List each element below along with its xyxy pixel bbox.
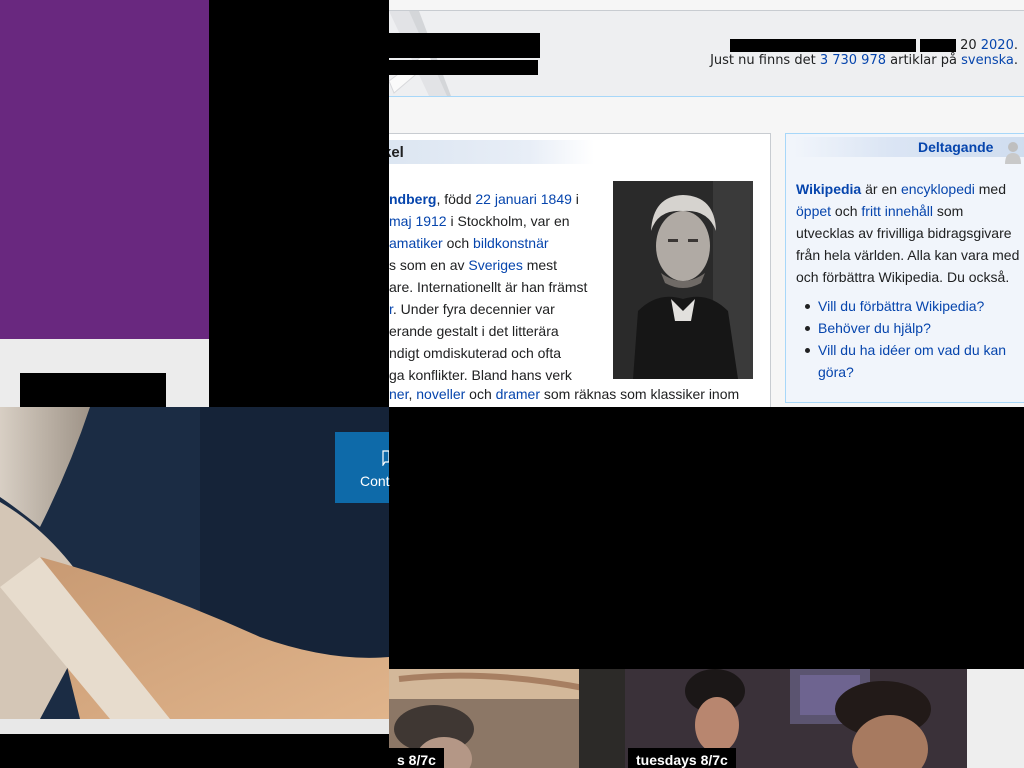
text-run: och	[442, 235, 474, 251]
photo-image	[0, 407, 389, 719]
article-line: ga konflikter. Bland hans verk	[389, 364, 604, 386]
text-run: , född	[436, 191, 476, 207]
text-run: och	[465, 386, 496, 402]
article-line: r. Under fyra decennier var	[389, 298, 604, 320]
text-run: ga konflikter. Bland hans verk	[389, 367, 572, 383]
stats-prefix: Just nu finns det	[710, 53, 816, 68]
wiki-link[interactable]: fritt innehåll	[861, 203, 933, 219]
purple-panel	[0, 0, 209, 339]
participation-links: Vill du förbättra Wikipedia? Behöver du h…	[802, 295, 1024, 383]
show-thumbnail[interactable]: s 8/7c	[389, 669, 625, 768]
text-run: är en	[861, 181, 901, 197]
article-line: ndigt omdiskuterad och ofta	[389, 342, 604, 364]
photo-bottom-strip	[0, 719, 389, 734]
text-run: ndigt omdiskuterad och ofta	[389, 345, 561, 361]
language-link[interactable]: svenska	[961, 53, 1014, 68]
featured-article-last-line: ner, noveller och dramer som räknas som …	[389, 386, 739, 402]
wiki-link[interactable]: encyklopedi	[901, 181, 975, 197]
participation-intro: Wikipedia är en encyklopedi med öppet oc…	[796, 178, 1024, 288]
stats-mid: artiklar på	[890, 53, 957, 68]
wiki-link[interactable]: Sveriges	[468, 257, 522, 273]
participation-link[interactable]: Vill du förbättra Wikipedia?	[802, 295, 1024, 317]
wiki-link[interactable]: dramer	[496, 386, 540, 402]
participation-link[interactable]: Behöver du hjälp?	[802, 317, 1024, 339]
redacted-logo	[389, 33, 540, 58]
participation-title: Deltagande	[918, 139, 994, 155]
text-run: med	[974, 181, 1006, 197]
wiki-link[interactable]: öppet	[796, 203, 831, 219]
featured-article-title-bar	[389, 140, 594, 164]
stats-count-line: Just nu finns det 3 730 978 artiklar på …	[710, 53, 1018, 68]
people-icon	[1005, 142, 1021, 164]
text-run: erande gestalt i det litterära	[389, 323, 559, 339]
wiki-link[interactable]: amatiker	[389, 235, 443, 251]
stats-date-line: 20 2020.	[710, 38, 1018, 53]
article-count-link[interactable]: 3 730 978	[820, 53, 886, 68]
hero-photo	[0, 407, 389, 719]
wiki-link[interactable]: bildkonstnär	[473, 235, 549, 251]
article-line: amatiker och bildkonstnär	[389, 232, 604, 254]
article-stats: 20 2020. Just nu finns det 3 730 978 art…	[710, 38, 1018, 68]
article-line: s som en av Sveriges mest	[389, 254, 604, 276]
text-run: i	[571, 191, 579, 207]
strindberg-portrait[interactable]	[613, 181, 753, 379]
page-edge	[967, 669, 1024, 768]
text-run: . Under fyra decennier var	[392, 301, 555, 317]
airtime-label: tuesdays 8/7c	[628, 748, 736, 768]
redacted-block	[20, 373, 166, 407]
portrait-image	[613, 181, 753, 379]
stats-period: .	[1013, 53, 1018, 68]
stats-day: 20	[960, 38, 977, 53]
wiki-link[interactable]: 22 januari 1849	[475, 191, 572, 207]
wiki-link[interactable]: Wikipedia	[796, 181, 861, 197]
redacted-tagline	[389, 60, 538, 75]
article-line: are. Internationellt är han främst	[389, 276, 604, 298]
text-run: i Stockholm, var en	[446, 213, 570, 229]
article-line: ndberg, född 22 januari 1849 i	[389, 188, 604, 210]
wiki-link[interactable]: ner	[389, 386, 408, 402]
header-divider	[389, 96, 1024, 97]
text-run: och	[831, 203, 862, 219]
stats-period: .	[1013, 38, 1018, 53]
contact-button[interactable]	[335, 432, 389, 503]
airtime-label: s 8/7c	[389, 748, 444, 768]
text-run: som räknas som klassiker inom	[540, 386, 740, 402]
chat-icon	[382, 450, 389, 466]
text-run: s som en av	[389, 257, 469, 273]
featured-article-text: ndberg, född 22 januari 1849 i maj 1912 i…	[389, 188, 604, 386]
article-line: erande gestalt i det litterära	[389, 320, 604, 342]
wiki-link[interactable]: noveller	[416, 386, 465, 402]
redacted-text	[729, 39, 916, 52]
stats-year-link[interactable]: 2020	[981, 38, 1014, 53]
contact-button-label[interactable]: Cont	[360, 473, 390, 489]
wiki-link[interactable]: maj 1912	[389, 213, 447, 229]
text-run: mest	[522, 257, 558, 273]
featured-article-title: kel	[389, 144, 404, 161]
show-thumbnail[interactable]: tuesdays 8/7c	[625, 669, 967, 768]
participation-link[interactable]: Vill du ha idéer om vad du kan göra?	[802, 339, 1024, 383]
wikipedia-window: 20 2020. Just nu finns det 3 730 978 art…	[389, 0, 1024, 407]
article-line: maj 1912 i Stockholm, var en	[389, 210, 604, 232]
text-run: are. Internationellt är han främst	[389, 279, 588, 295]
wiki-link[interactable]: ndberg	[389, 191, 436, 207]
redacted-text	[919, 39, 956, 52]
